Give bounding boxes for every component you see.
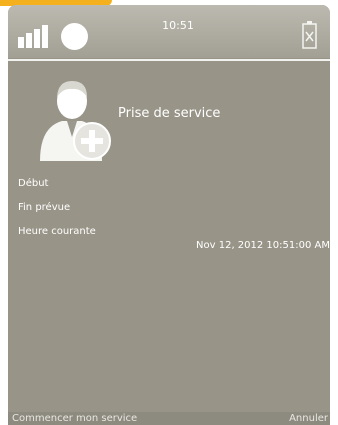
status-bar: 10:51 [8, 5, 330, 58]
start-label: Début [18, 178, 49, 189]
cancel-softkey[interactable]: Annuler [289, 412, 328, 425]
status-clock: 10:51 [162, 19, 194, 32]
user-add-icon [40, 81, 111, 161]
device-screen: 10:51 Prise de service Début Fin prévue … [8, 5, 330, 425]
softkey-bar: Commencer mon service Annuler [8, 412, 330, 425]
page-title: Prise de service [118, 106, 221, 121]
status-dot-icon [61, 23, 88, 50]
battery-icon [302, 21, 317, 49]
planned-end-label: Fin prévue [18, 202, 71, 213]
start-service-softkey[interactable]: Commencer mon service [12, 412, 137, 425]
header-separator [8, 59, 330, 61]
current-time-label: Heure courante [18, 226, 96, 237]
current-time-value: Nov 12, 2012 10:51:00 AM [196, 240, 330, 251]
signal-icon [18, 24, 52, 48]
